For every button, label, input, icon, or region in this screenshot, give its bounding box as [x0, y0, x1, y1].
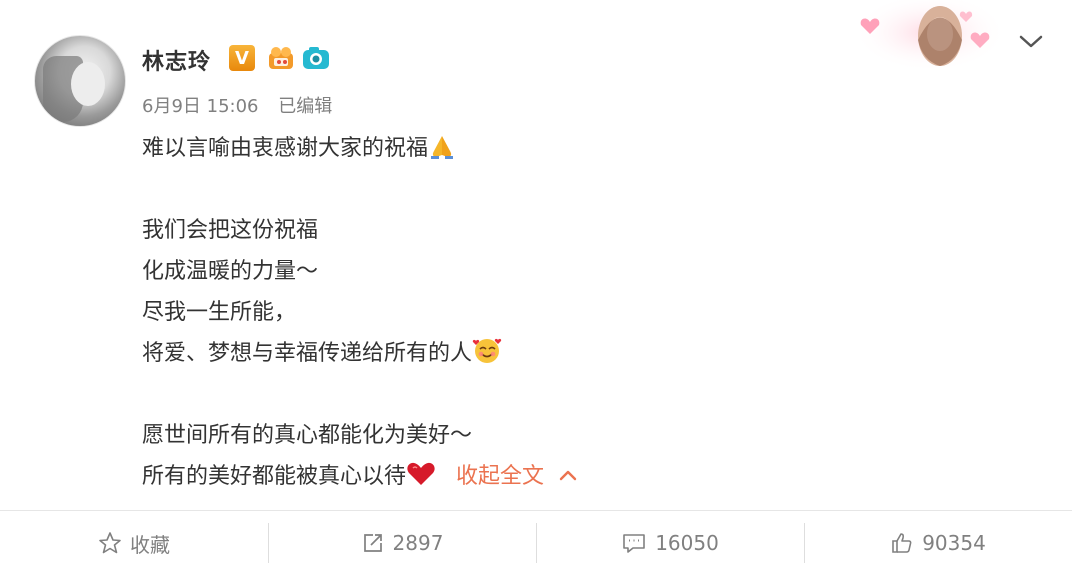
- verified-v-icon[interactable]: V: [229, 45, 255, 71]
- comment-count: 16050: [655, 531, 719, 555]
- chevron-down-icon[interactable]: [1018, 32, 1044, 50]
- post-line: 愿世间所有的真心都能化为美好～: [142, 423, 473, 448]
- member-hand-icon[interactable]: [266, 44, 296, 72]
- post-line: [142, 374, 578, 415]
- post-line: [142, 169, 578, 210]
- like-count: 90354: [922, 531, 986, 555]
- like-button[interactable]: 90354: [804, 511, 1072, 575]
- post-line: 所有的美好都能被真心以待 收起全文: [142, 456, 578, 497]
- post-line: 我们会把这份祝福: [142, 218, 319, 243]
- action-bar: 收藏 2897 16050 90354: [0, 511, 1072, 575]
- post-line: 尽我一生所能，: [142, 300, 297, 325]
- post-line: 将爱、梦想与幸福传递给所有的人: [142, 333, 578, 374]
- edited-label: 已编辑: [278, 96, 333, 117]
- favorite-label: 收藏: [130, 532, 170, 557]
- repost-button[interactable]: 2897: [268, 511, 536, 575]
- smile-hearts-emoji: [472, 338, 502, 363]
- heart-emoji: [407, 462, 435, 485]
- favorite-button[interactable]: 收藏: [0, 511, 268, 575]
- username[interactable]: 林志玲: [142, 44, 211, 76]
- comment-icon: [623, 534, 645, 553]
- post-line: 化成温暖的力量～: [142, 259, 319, 284]
- pray-emoji: [431, 136, 454, 159]
- timestamp[interactable]: 6月9日 15:06: [142, 96, 259, 117]
- star-icon: [99, 532, 121, 554]
- card-sticker: [860, 0, 1000, 72]
- comment-button[interactable]: 16050: [536, 511, 804, 575]
- repost-icon: [363, 534, 382, 552]
- post-meta: 6月9日 15:06 已编辑: [142, 92, 346, 118]
- thumbs-up-icon: [892, 533, 912, 553]
- avatar-face: [71, 62, 105, 106]
- post-text: 难以言喻由衷感谢大家的祝福 我们会把这份祝福 化成温暖的力量～ 尽我一生所能， …: [142, 128, 578, 497]
- avatar[interactable]: [34, 35, 126, 127]
- repost-count: 2897: [392, 531, 444, 555]
- post-line: 难以言喻由衷感谢大家的祝福: [142, 128, 578, 169]
- collapse-text-button[interactable]: 收起全文: [456, 464, 544, 489]
- camera-icon[interactable]: [302, 46, 330, 70]
- chevron-up-icon[interactable]: [558, 469, 578, 481]
